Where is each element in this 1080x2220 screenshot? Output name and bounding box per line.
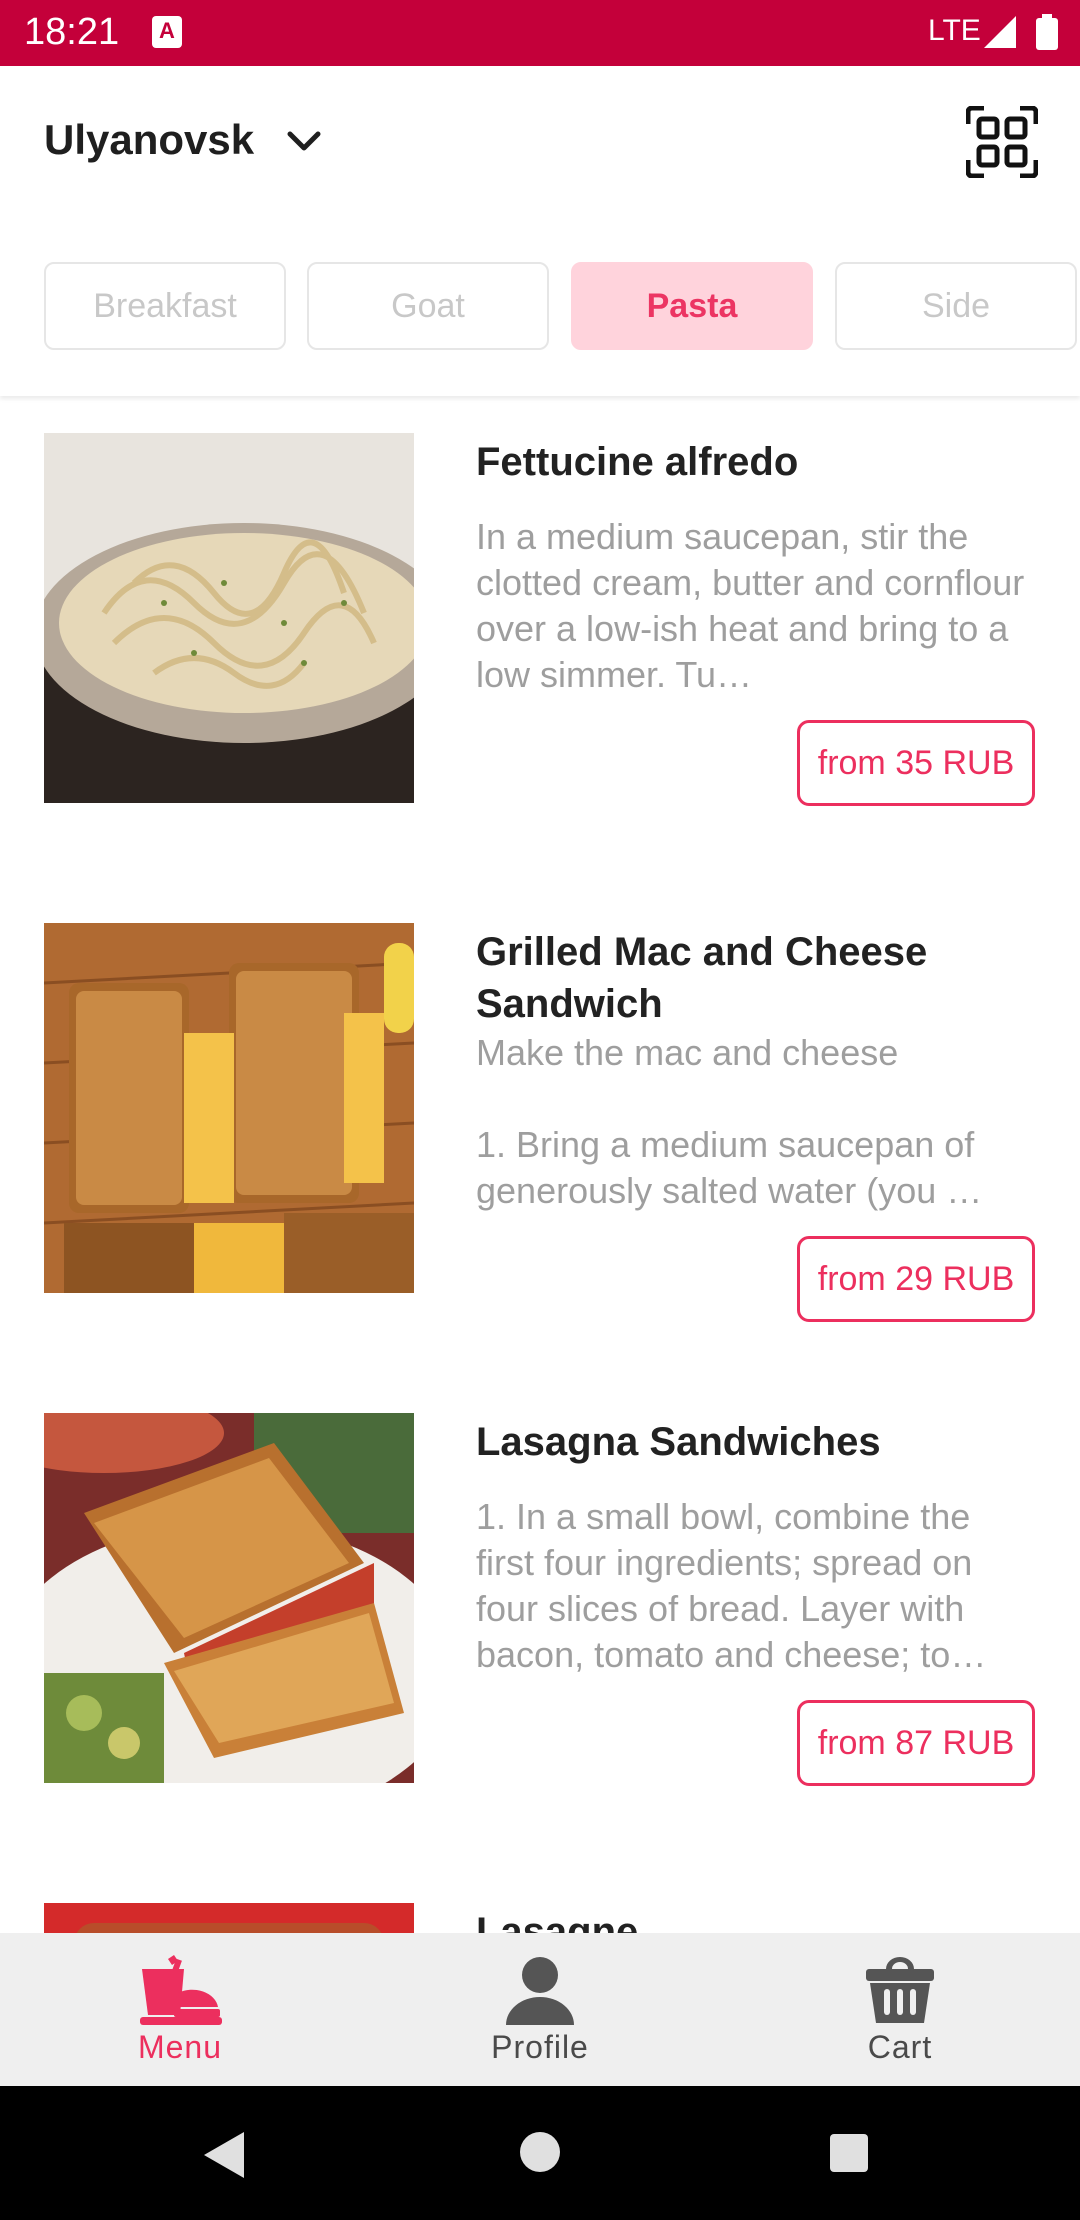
list-item[interactable]: Lasagne — [0, 1866, 1080, 1933]
person-icon — [506, 1957, 574, 2025]
nav-menu[interactable]: Menu — [0, 1933, 360, 2086]
dish-title: Lasagna Sandwiches — [476, 1420, 881, 1464]
back-icon[interactable] — [204, 2132, 246, 2178]
recent-apps-icon[interactable] — [830, 2134, 868, 2172]
nav-cart[interactable]: Cart — [720, 1933, 1080, 2086]
dish-description: 1. In a small bowl, combine the first fo… — [476, 1496, 987, 1675]
dish-title: Grilled Mac and Cheese Sandwich — [476, 930, 928, 1026]
nav-profile[interactable]: Profile — [360, 1933, 720, 2086]
qr-scan-icon[interactable] — [966, 106, 1038, 178]
price-button[interactable]: from 87 RUB — [797, 1700, 1035, 1786]
dish-title: Lasagne — [476, 1910, 639, 1933]
tab-breakfast[interactable]: Breakfast — [44, 262, 286, 350]
nav-cart-label: Cart — [867, 2029, 933, 2065]
list-item[interactable]: Lasagna Sandwiches 1. In a small bowl, c… — [0, 1376, 1080, 1866]
nav-menu-label: Menu — [137, 2029, 223, 2065]
dish-image — [44, 1903, 414, 1933]
bottom-navigation: Menu Profile Cart — [0, 1933, 1080, 2086]
dish-list[interactable]: Fettucine alfredo In a medium saucepan, … — [0, 396, 1080, 1933]
notification-icon — [152, 16, 182, 48]
dish-image — [44, 923, 414, 1293]
status-bar: 18:21 LTE — [0, 0, 1080, 66]
price-button[interactable]: from 29 RUB — [797, 1236, 1035, 1322]
dish-image — [44, 433, 414, 803]
list-item[interactable]: Fettucine alfredo In a medium saucepan, … — [0, 396, 1080, 886]
city-selector-label[interactable]: Ulyanovsk — [44, 116, 254, 164]
battery-icon — [1036, 14, 1058, 50]
nav-profile-label: Profile — [491, 2029, 589, 2065]
status-time: 18:21 — [24, 11, 120, 53]
price-button[interactable]: from 35 RUB — [797, 720, 1035, 806]
basket-icon — [866, 1957, 934, 2023]
tab-pasta[interactable]: Pasta — [571, 262, 813, 350]
dish-title: Fettucine alfredo — [476, 440, 799, 484]
home-icon[interactable] — [520, 2132, 560, 2172]
tab-goat[interactable]: Goat — [307, 262, 549, 350]
system-navigation-bar — [0, 2086, 1080, 2220]
list-item[interactable]: Grilled Mac and Cheese Sandwich Make the… — [0, 886, 1080, 1376]
dish-description: Make the mac and cheese 1. Bring a mediu… — [476, 1032, 983, 1211]
network-type: LTE — [928, 14, 981, 47]
menu-food-icon — [140, 1955, 222, 2025]
category-tabs: Breakfast Goat Pasta Side — [44, 262, 1080, 352]
dish-description: In a medium saucepan, stir the clotted c… — [476, 516, 1025, 695]
chevron-down-icon[interactable] — [284, 126, 324, 156]
dish-image — [44, 1413, 414, 1783]
signal-icon — [984, 16, 1016, 48]
tab-side[interactable]: Side — [835, 262, 1077, 350]
app-header: Ulyanovsk Breakfast Goat Pasta Side — [0, 66, 1080, 396]
